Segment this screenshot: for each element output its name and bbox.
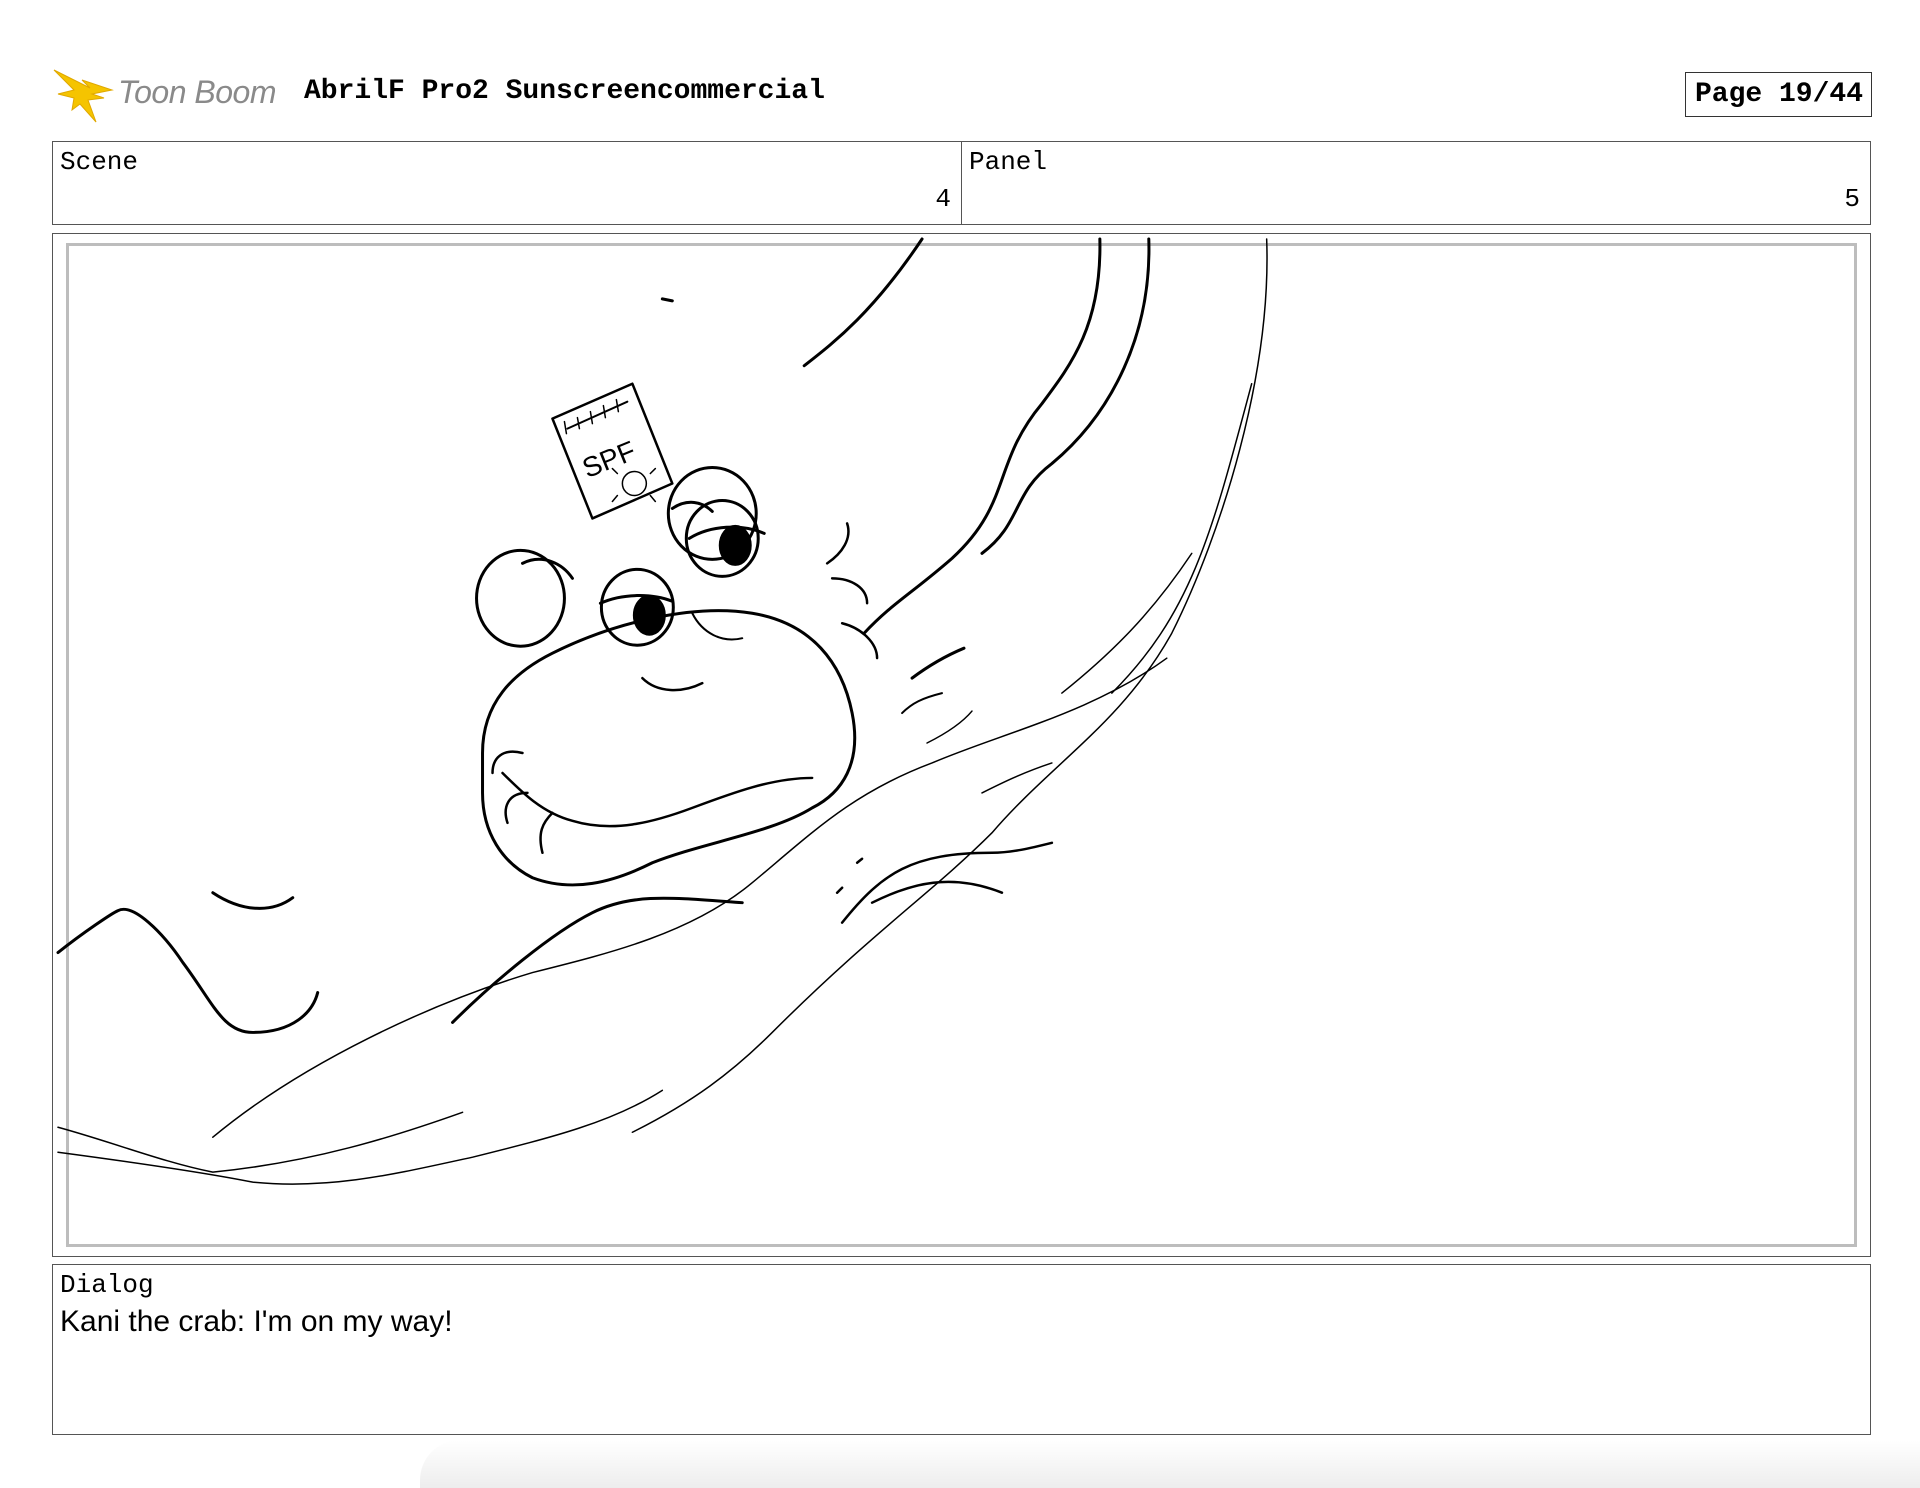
crab-sketch-drawing: SPF (56, 237, 1268, 1185)
panel-cell: Panel 5 (961, 142, 1870, 224)
toon-boom-logo: Toon Boom (52, 64, 284, 126)
scene-label: Scene (60, 147, 139, 177)
storyboard-panel: SPF (52, 233, 1871, 1257)
document-title: AbrilF Pro2 Sunscreencommercial (304, 76, 825, 107)
scene-panel-row: Scene 4 Panel 5 (52, 141, 1871, 225)
scene-number: 4 (935, 184, 951, 214)
page-indicator: Page 19/44 (1684, 72, 1872, 117)
scene-cell: Scene 4 (53, 142, 961, 224)
page-shadow (420, 1440, 1920, 1488)
brand-name: Toon Boom (118, 74, 276, 110)
dialog-label: Dialog (60, 1270, 154, 1300)
star-burst-icon (53, 69, 114, 123)
bottle-label: SPF (578, 435, 640, 484)
panel-label: Panel (969, 147, 1048, 177)
page-header: Toon Boom AbrilF Pro2 Sunscreencommercia… (52, 58, 1872, 128)
dialog-box: Dialog Kani the crab: I'm on my way! (52, 1264, 1871, 1435)
panel-number: 5 (1844, 184, 1860, 214)
dialog-text: Kani the crab: I'm on my way! (60, 1305, 453, 1338)
